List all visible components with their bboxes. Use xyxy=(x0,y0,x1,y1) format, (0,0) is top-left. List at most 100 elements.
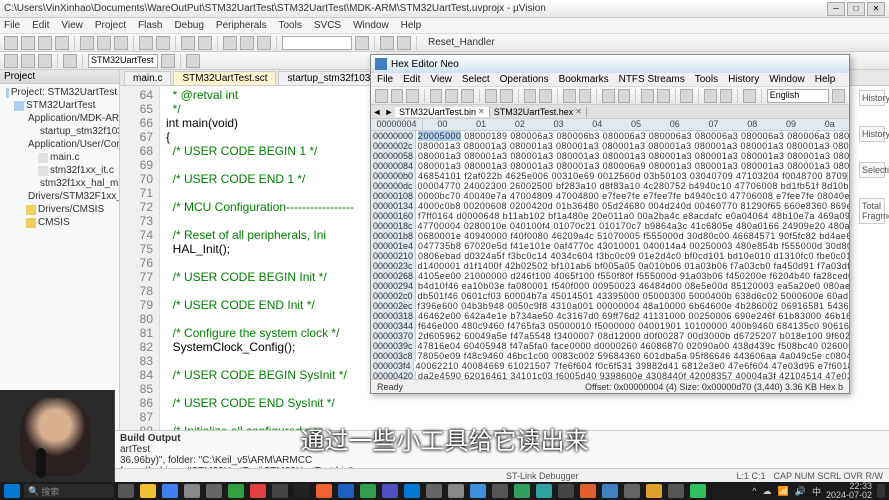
keil-icon[interactable] xyxy=(470,484,486,498)
hex-encoding-btn[interactable] xyxy=(832,89,845,103)
hex-history-panel-2[interactable]: History xyxy=(859,126,885,142)
hex-pattern-icon[interactable] xyxy=(680,89,693,103)
tab-sct[interactable]: STM32UartTest.sct xyxy=(173,71,276,85)
tree-item[interactable]: Application/User/Core xyxy=(2,138,117,151)
hex-layout1-icon[interactable] xyxy=(704,89,717,103)
tray-cloud-icon[interactable]: ☁ xyxy=(763,486,772,497)
hex-layout2-icon[interactable] xyxy=(720,89,733,103)
taskbar-clock[interactable]: 22:33 2024-07-02 xyxy=(826,482,872,500)
tray-chevron-icon[interactable]: ^ xyxy=(752,486,756,496)
app-icon-4[interactable] xyxy=(514,484,530,498)
hex-cut-icon[interactable] xyxy=(430,89,443,103)
tree-item[interactable]: main.c xyxy=(2,151,117,164)
menu-help[interactable]: Help xyxy=(401,20,422,31)
hex-refresh-icon[interactable] xyxy=(563,89,576,103)
hex-tab-bin[interactable]: STM32UartTest.bin✕ xyxy=(395,107,490,117)
close-icon[interactable]: ✕ xyxy=(478,107,485,116)
tree-item[interactable]: Application/MDK-ARM xyxy=(2,112,117,125)
open-file-icon[interactable] xyxy=(21,36,35,50)
app-icon-2[interactable] xyxy=(448,484,464,498)
app-icon-7[interactable] xyxy=(580,484,596,498)
debug-start-icon[interactable] xyxy=(380,36,394,50)
menu-edit[interactable]: Edit xyxy=(32,20,49,31)
download-icon[interactable] xyxy=(63,54,77,68)
cut-icon[interactable] xyxy=(80,36,94,50)
hex-data-view[interactable]: 0000000020005000 08000189 080006a3 08000… xyxy=(371,131,849,379)
powerpoint-icon[interactable] xyxy=(316,484,332,498)
maximize-button[interactable]: □ xyxy=(847,2,865,16)
outdent-icon[interactable] xyxy=(257,36,271,50)
hex-selection-panel[interactable]: Selection xyxy=(859,162,885,178)
indent-icon[interactable] xyxy=(240,36,254,50)
menu-flash[interactable]: Flash xyxy=(138,20,162,31)
nav-back-icon[interactable] xyxy=(181,36,195,50)
tree-item[interactable]: CMSIS xyxy=(2,216,117,229)
menu-project[interactable]: Project xyxy=(95,20,126,31)
hex-menu-view[interactable]: View xyxy=(430,74,452,85)
paste-icon[interactable] xyxy=(114,36,128,50)
find-icon[interactable] xyxy=(355,36,369,50)
menu-file[interactable]: File xyxy=(4,20,20,31)
hex-tab-hex[interactable]: STM32UartTest.hex✕ xyxy=(490,107,587,117)
breakpoint-icon[interactable] xyxy=(397,36,411,50)
menu-debug[interactable]: Debug xyxy=(174,20,203,31)
hex-tab-nav-right[interactable]: ► xyxy=(383,107,395,117)
app-icon-8[interactable] xyxy=(624,484,640,498)
app-icon-9[interactable] xyxy=(646,484,662,498)
rebuild-icon[interactable] xyxy=(21,54,35,68)
find-combo[interactable] xyxy=(282,36,352,50)
tree-item[interactable]: Drivers/STM32F1xx_HAL_D xyxy=(2,190,117,203)
hex-stats-icon[interactable] xyxy=(657,89,670,103)
chrome-icon[interactable] xyxy=(250,484,266,498)
hex-paste-icon[interactable] xyxy=(461,89,474,103)
new-file-icon[interactable] xyxy=(4,36,18,50)
hex-columns-icon[interactable] xyxy=(602,89,615,103)
hex-menu-window[interactable]: Window xyxy=(769,74,805,85)
hex-redo-icon[interactable] xyxy=(500,89,513,103)
close-icon[interactable]: ✕ xyxy=(575,107,582,116)
hex-goto-icon[interactable] xyxy=(539,89,552,103)
tree-item[interactable]: STM32UartTest xyxy=(2,99,117,112)
manage-project-icon[interactable] xyxy=(186,54,200,68)
edge-icon[interactable] xyxy=(162,484,178,498)
build-icon[interactable] xyxy=(4,54,18,68)
hex-new-icon[interactable] xyxy=(375,89,388,103)
nav-forward-icon[interactable] xyxy=(198,36,212,50)
hex-neo-icon[interactable] xyxy=(602,484,618,498)
minimize-button[interactable]: ─ xyxy=(827,2,845,16)
app-icon-3[interactable] xyxy=(492,484,508,498)
menu-svcs[interactable]: SVCS xyxy=(314,20,341,31)
build-target-icon[interactable] xyxy=(38,54,52,68)
taskbar-search[interactable]: 🔍 搜索 xyxy=(24,484,114,498)
hex-menu-edit[interactable]: Edit xyxy=(403,74,420,85)
close-button[interactable]: ✕ xyxy=(867,2,885,16)
tray-ime-icon[interactable]: 中 xyxy=(812,485,821,498)
explorer-icon[interactable] xyxy=(140,484,156,498)
app-icon-1[interactable] xyxy=(426,484,442,498)
hex-grouping-icon[interactable] xyxy=(618,89,631,103)
menu-view[interactable]: View xyxy=(61,20,83,31)
hex-struct-icon[interactable] xyxy=(641,89,654,103)
hex-fragment-panel[interactable]: Total Fragment xyxy=(859,198,885,224)
terminal-icon[interactable] xyxy=(272,484,288,498)
settings-icon[interactable] xyxy=(184,484,200,498)
hex-menu-operations[interactable]: Operations xyxy=(500,74,549,85)
tray-volume-icon[interactable]: 🔊 xyxy=(795,486,806,497)
hex-undo-icon[interactable] xyxy=(485,89,498,103)
save-icon[interactable] xyxy=(38,36,52,50)
project-tree[interactable]: Project: STM32UartTest STM32UartTestAppl… xyxy=(0,84,119,430)
hex-encoding-combo[interactable]: English xyxy=(767,89,830,103)
excel-icon[interactable] xyxy=(360,484,376,498)
menu-window[interactable]: Window xyxy=(353,20,389,31)
redo-icon[interactable] xyxy=(156,36,170,50)
start-button[interactable] xyxy=(4,484,20,498)
app-icon-6[interactable] xyxy=(558,484,574,498)
tray-network-icon[interactable]: 📶 xyxy=(778,486,789,497)
hex-menu-tools[interactable]: Tools xyxy=(695,74,718,85)
hex-menu-help[interactable]: Help xyxy=(815,74,836,85)
hex-print-icon[interactable] xyxy=(743,89,756,103)
menu-tools[interactable]: Tools xyxy=(279,20,302,31)
word-icon[interactable] xyxy=(338,484,354,498)
task-view-icon[interactable] xyxy=(118,484,134,498)
github-icon[interactable] xyxy=(294,484,310,498)
